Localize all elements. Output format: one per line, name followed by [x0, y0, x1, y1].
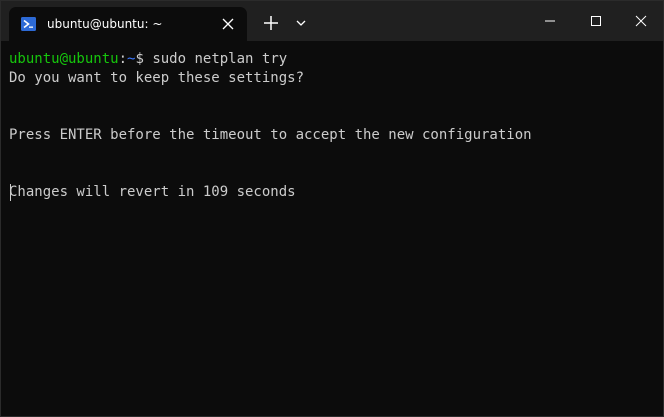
tab-title: ubuntu@ubuntu: ~ — [47, 17, 163, 31]
minimize-button[interactable] — [527, 1, 573, 41]
prompt-symbol: $ — [135, 51, 153, 67]
close-icon[interactable] — [221, 17, 235, 31]
minimize-icon — [545, 20, 555, 22]
text-cursor — [10, 184, 11, 201]
command-text: sudo netplan try — [152, 51, 288, 67]
prompt-line: ubuntu@ubuntu:~$ sudo netplan try — [9, 50, 659, 69]
prompt-user: ubuntu@ubuntu — [9, 51, 119, 67]
title-bar[interactable]: ubuntu@ubuntu: ~ — [1, 1, 663, 41]
output-line: Press ENTER before the timeout to accept… — [9, 127, 532, 143]
powershell-prompt-icon — [21, 17, 36, 31]
close-icon — [635, 15, 647, 27]
output-line: Do you want to keep these settings? — [9, 70, 305, 86]
chevron-down-icon[interactable] — [291, 13, 311, 33]
terminal-window: ubuntu@ubuntu: ~ ubuntu@ubuntu:~$ sudo n… — [0, 0, 664, 417]
output-line: Changes will revert in 109 seconds — [9, 184, 296, 200]
terminal-output[interactable]: ubuntu@ubuntu:~$ sudo netplan try Do you… — [9, 50, 659, 202]
plus-icon[interactable] — [257, 9, 285, 37]
tab-ubuntu[interactable]: ubuntu@ubuntu: ~ — [9, 7, 247, 41]
maximize-button[interactable] — [573, 1, 619, 41]
maximize-icon — [591, 16, 601, 26]
close-window-button[interactable] — [618, 1, 664, 41]
prompt-separator: : — [118, 51, 128, 67]
